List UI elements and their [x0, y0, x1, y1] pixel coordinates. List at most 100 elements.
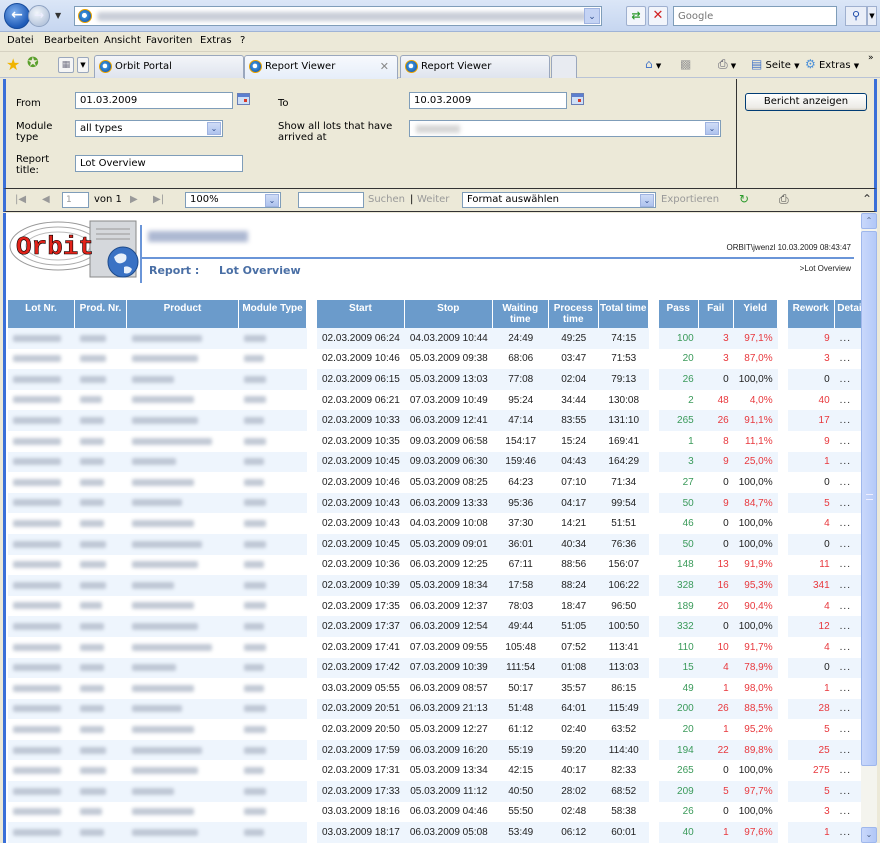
add-favorite-icon[interactable]: ✪ [27, 55, 39, 71]
col-start[interactable]: Start [317, 300, 405, 328]
menu-help[interactable]: ? [240, 35, 245, 46]
search-input[interactable] [673, 6, 837, 26]
export-link[interactable]: Exportieren [661, 194, 719, 205]
stop-cell: 06.03.2009 05:08 [404, 822, 493, 843]
search-options-dropdown[interactable]: ▼ [867, 6, 877, 26]
from-calendar-icon[interactable] [237, 93, 250, 105]
close-tab-icon[interactable]: ✕ [380, 60, 389, 73]
rework-cell: 5 [787, 781, 835, 802]
page-number-input[interactable] [62, 192, 89, 208]
collapse-parameters-icon[interactable]: ⌃ [862, 192, 872, 206]
waiting-time-cell: 61:12 [492, 719, 549, 740]
stop-cell: 04.03.2009 10:44 [404, 328, 493, 349]
col-module-type[interactable]: Module Type [239, 300, 307, 328]
column-gap [307, 595, 317, 617]
more-chevron-icon[interactable]: » [868, 53, 874, 63]
new-tab-button[interactable] [551, 55, 577, 78]
col-stop[interactable]: Stop [404, 300, 493, 328]
table-row: 03.03.2009 18:17 06.03.2009 05:08 53:49 06:… [8, 822, 874, 843]
rework-cell: 0 [787, 472, 835, 493]
fail-cell: 20 [698, 595, 734, 617]
menu-ansicht[interactable]: Ansicht [104, 35, 141, 46]
waiting-time-cell: 77:08 [492, 369, 549, 390]
col-product[interactable]: Product [127, 300, 239, 328]
page-menu-button[interactable]: ▤ Seite ▼ [751, 57, 799, 71]
print-button[interactable]: ⎙ ▼ [718, 57, 736, 72]
export-format-select[interactable]: Format auswählen ⌄ [462, 192, 656, 208]
scroll-up-button[interactable]: ⌃ [861, 213, 877, 229]
menu-bearbeiten[interactable]: Bearbeiten [44, 35, 99, 46]
to-date-input[interactable] [409, 92, 567, 109]
find-next-link[interactable]: Weiter [417, 194, 449, 205]
scroll-down-button[interactable]: ⌄ [861, 827, 877, 843]
favorites-star-icon[interactable]: ★ [6, 55, 20, 74]
fail-cell: 0 [698, 533, 734, 555]
from-date-input[interactable] [75, 92, 233, 109]
forward-button[interactable]: → [28, 5, 50, 27]
quick-tabs-icon[interactable]: ▦ [58, 57, 74, 73]
last-page-icon[interactable]: ▶| [153, 194, 164, 205]
view-report-button[interactable]: Bericht anzeigen [745, 93, 867, 111]
find-link[interactable]: Suchen [368, 194, 405, 205]
fail-cell: 26 [698, 410, 734, 431]
product-cell-redacted [127, 739, 239, 761]
feeds-button[interactable]: ▩ [680, 57, 691, 71]
address-dropdown[interactable]: ⌄ [584, 8, 600, 24]
report-title-input[interactable] [75, 155, 243, 172]
module-type-select[interactable]: all types ⌄ [75, 120, 223, 137]
tab-label: Report Viewer [265, 61, 336, 72]
column-gap [648, 739, 659, 761]
stop-button[interactable]: ✕ [648, 6, 668, 26]
pass-cell: 1 [658, 430, 699, 452]
arrived-at-select[interactable]: ⌄ [409, 120, 721, 137]
col-prod-nr[interactable]: Prod. Nr. [75, 300, 127, 328]
col-process-time[interactable]: Process time [548, 300, 599, 328]
col-total-time[interactable]: Total time [598, 300, 649, 328]
start-cell: 02.03.2009 17:42 [317, 657, 405, 679]
zoom-select[interactable]: 100% ⌄ [185, 192, 281, 208]
vertical-scrollbar[interactable]: ⌃ ⌄ [861, 213, 877, 843]
tab-report-viewer[interactable]: Report Viewer [400, 55, 550, 78]
lot-nr-cell-redacted [8, 389, 75, 411]
waiting-time-cell: 49:44 [492, 616, 549, 637]
rework-cell: 40 [787, 389, 835, 411]
lot-nr-cell-redacted [8, 410, 75, 431]
yield-cell: 25,0% [733, 451, 778, 473]
stop-cell: 04.03.2009 10:08 [404, 513, 493, 534]
first-page-icon[interactable]: |◀ [15, 194, 26, 205]
back-button[interactable]: ← [4, 3, 30, 29]
refresh-report-icon[interactable]: ↻ [739, 192, 749, 206]
scroll-thumb[interactable] [861, 231, 877, 766]
col-yield[interactable]: Yield [733, 300, 778, 328]
tools-menu-button[interactable]: ⚙ Extras ▼ [805, 57, 859, 71]
find-text-input[interactable] [298, 192, 364, 208]
tab-list-dropdown[interactable]: ▼ [77, 57, 89, 73]
history-dropdown[interactable]: ▼ [55, 11, 61, 20]
column-gap [307, 451, 317, 473]
col-pass[interactable]: Pass [658, 300, 699, 328]
print-report-icon[interactable]: ⎙ [779, 192, 789, 207]
product-cell-redacted [127, 410, 239, 431]
tab-report-viewer-active[interactable]: Report Viewer ✕ [244, 55, 398, 79]
address-bar-area: ← → ▼ ⌄ ⇄ ✕ ⚲ ▼ [0, 0, 880, 32]
home-button[interactable]: ⌂ ▼ [645, 57, 661, 71]
menu-datei[interactable]: Datei [7, 35, 34, 46]
col-waiting-time[interactable]: Waiting time [492, 300, 549, 328]
search-icon[interactable]: ⚲ [845, 6, 867, 26]
module-type-cell-redacted [239, 575, 307, 596]
col-fail[interactable]: Fail [698, 300, 734, 328]
next-page-icon[interactable]: ▶ [130, 194, 138, 205]
address-input[interactable]: ⌄ [74, 6, 602, 26]
rework-cell: 11 [787, 554, 835, 576]
menu-favoriten[interactable]: Favoriten [146, 35, 192, 46]
col-lot-nr[interactable]: Lot Nr. [8, 300, 75, 328]
tab-orbit-portal[interactable]: Orbit Portal [94, 55, 244, 78]
printer-icon: ⎙ [718, 57, 728, 71]
col-rework[interactable]: Rework [787, 300, 835, 328]
module-type-cell-redacted [239, 698, 307, 720]
refresh-button[interactable]: ⇄ [626, 6, 646, 26]
start-cell: 03.03.2009 18:17 [317, 822, 405, 843]
previous-page-icon[interactable]: ◀ [42, 194, 50, 205]
menu-extras[interactable]: Extras [200, 35, 232, 46]
to-calendar-icon[interactable] [571, 93, 584, 105]
